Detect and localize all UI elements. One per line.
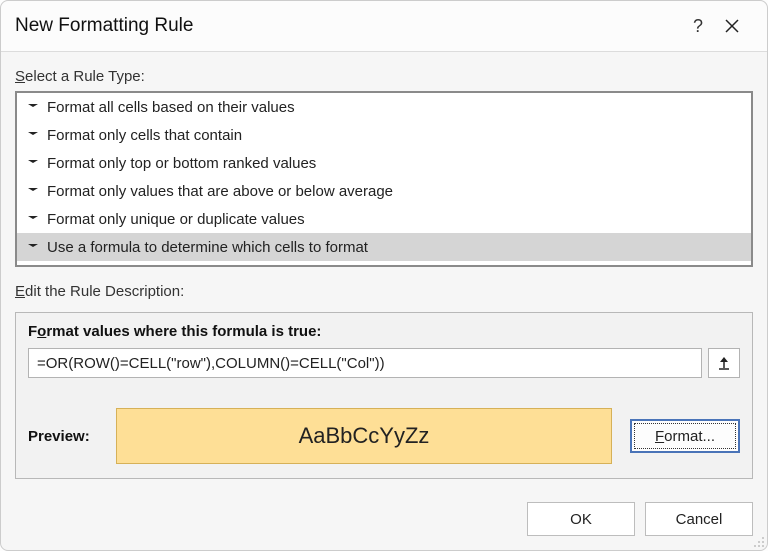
- dialog-title: New Formatting Rule: [15, 15, 681, 37]
- rule-type-item-unique-duplicate[interactable]: Format only unique or duplicate values: [17, 205, 751, 233]
- formula-input[interactable]: [28, 348, 702, 378]
- new-formatting-rule-dialog: New Formatting Rule ? Select a Rule Type…: [0, 0, 768, 551]
- dialog-body: Select a Rule Type: Format all cells bas…: [1, 52, 767, 490]
- range-picker-button[interactable]: [708, 348, 740, 378]
- resize-grip-icon[interactable]: [751, 534, 765, 548]
- close-button[interactable]: [715, 11, 749, 41]
- bullet-icon: [25, 130, 41, 140]
- formula-label: Format values where this formula is true…: [28, 323, 740, 340]
- collapse-dialog-icon: [717, 356, 731, 370]
- rule-type-item-above-below-avg[interactable]: Format only values that are above or bel…: [17, 177, 751, 205]
- rule-description-box: Format values where this formula is true…: [15, 312, 753, 479]
- cancel-button[interactable]: Cancel: [645, 502, 753, 536]
- title-bar: New Formatting Rule ?: [1, 1, 767, 52]
- rule-type-list[interactable]: Format all cells based on their values F…: [15, 91, 753, 267]
- preview-label: Preview:: [28, 428, 98, 445]
- rule-type-label: Format only cells that contain: [47, 127, 242, 144]
- rule-type-item-cells-contain[interactable]: Format only cells that contain: [17, 121, 751, 149]
- dialog-footer: OK Cancel: [1, 490, 767, 550]
- rule-type-label: Format only unique or duplicate values: [47, 211, 305, 228]
- ok-button[interactable]: OK: [527, 502, 635, 536]
- bullet-icon: [25, 158, 41, 168]
- bullet-icon: [25, 242, 41, 252]
- rule-type-label: Format only top or bottom ranked values: [47, 155, 316, 172]
- rule-type-label: Use a formula to determine which cells t…: [47, 239, 368, 256]
- rule-type-item-top-bottom[interactable]: Format only top or bottom ranked values: [17, 149, 751, 177]
- bullet-icon: [25, 214, 41, 224]
- rule-type-label: Format all cells based on their values: [47, 99, 295, 116]
- rule-type-label: Format only values that are above or bel…: [47, 183, 393, 200]
- preview-swatch: AaBbCcYyZz: [116, 408, 612, 464]
- help-button[interactable]: ?: [681, 11, 715, 41]
- format-button[interactable]: Format...: [630, 419, 740, 453]
- bullet-icon: [25, 102, 41, 112]
- edit-rule-description-label: Edit the Rule Description:: [15, 283, 753, 300]
- close-icon: [725, 19, 739, 33]
- rule-type-item-formula[interactable]: Use a formula to determine which cells t…: [17, 233, 751, 261]
- rule-type-item-all-cells[interactable]: Format all cells based on their values: [17, 93, 751, 121]
- select-rule-type-label: Select a Rule Type:: [15, 68, 753, 85]
- bullet-icon: [25, 186, 41, 196]
